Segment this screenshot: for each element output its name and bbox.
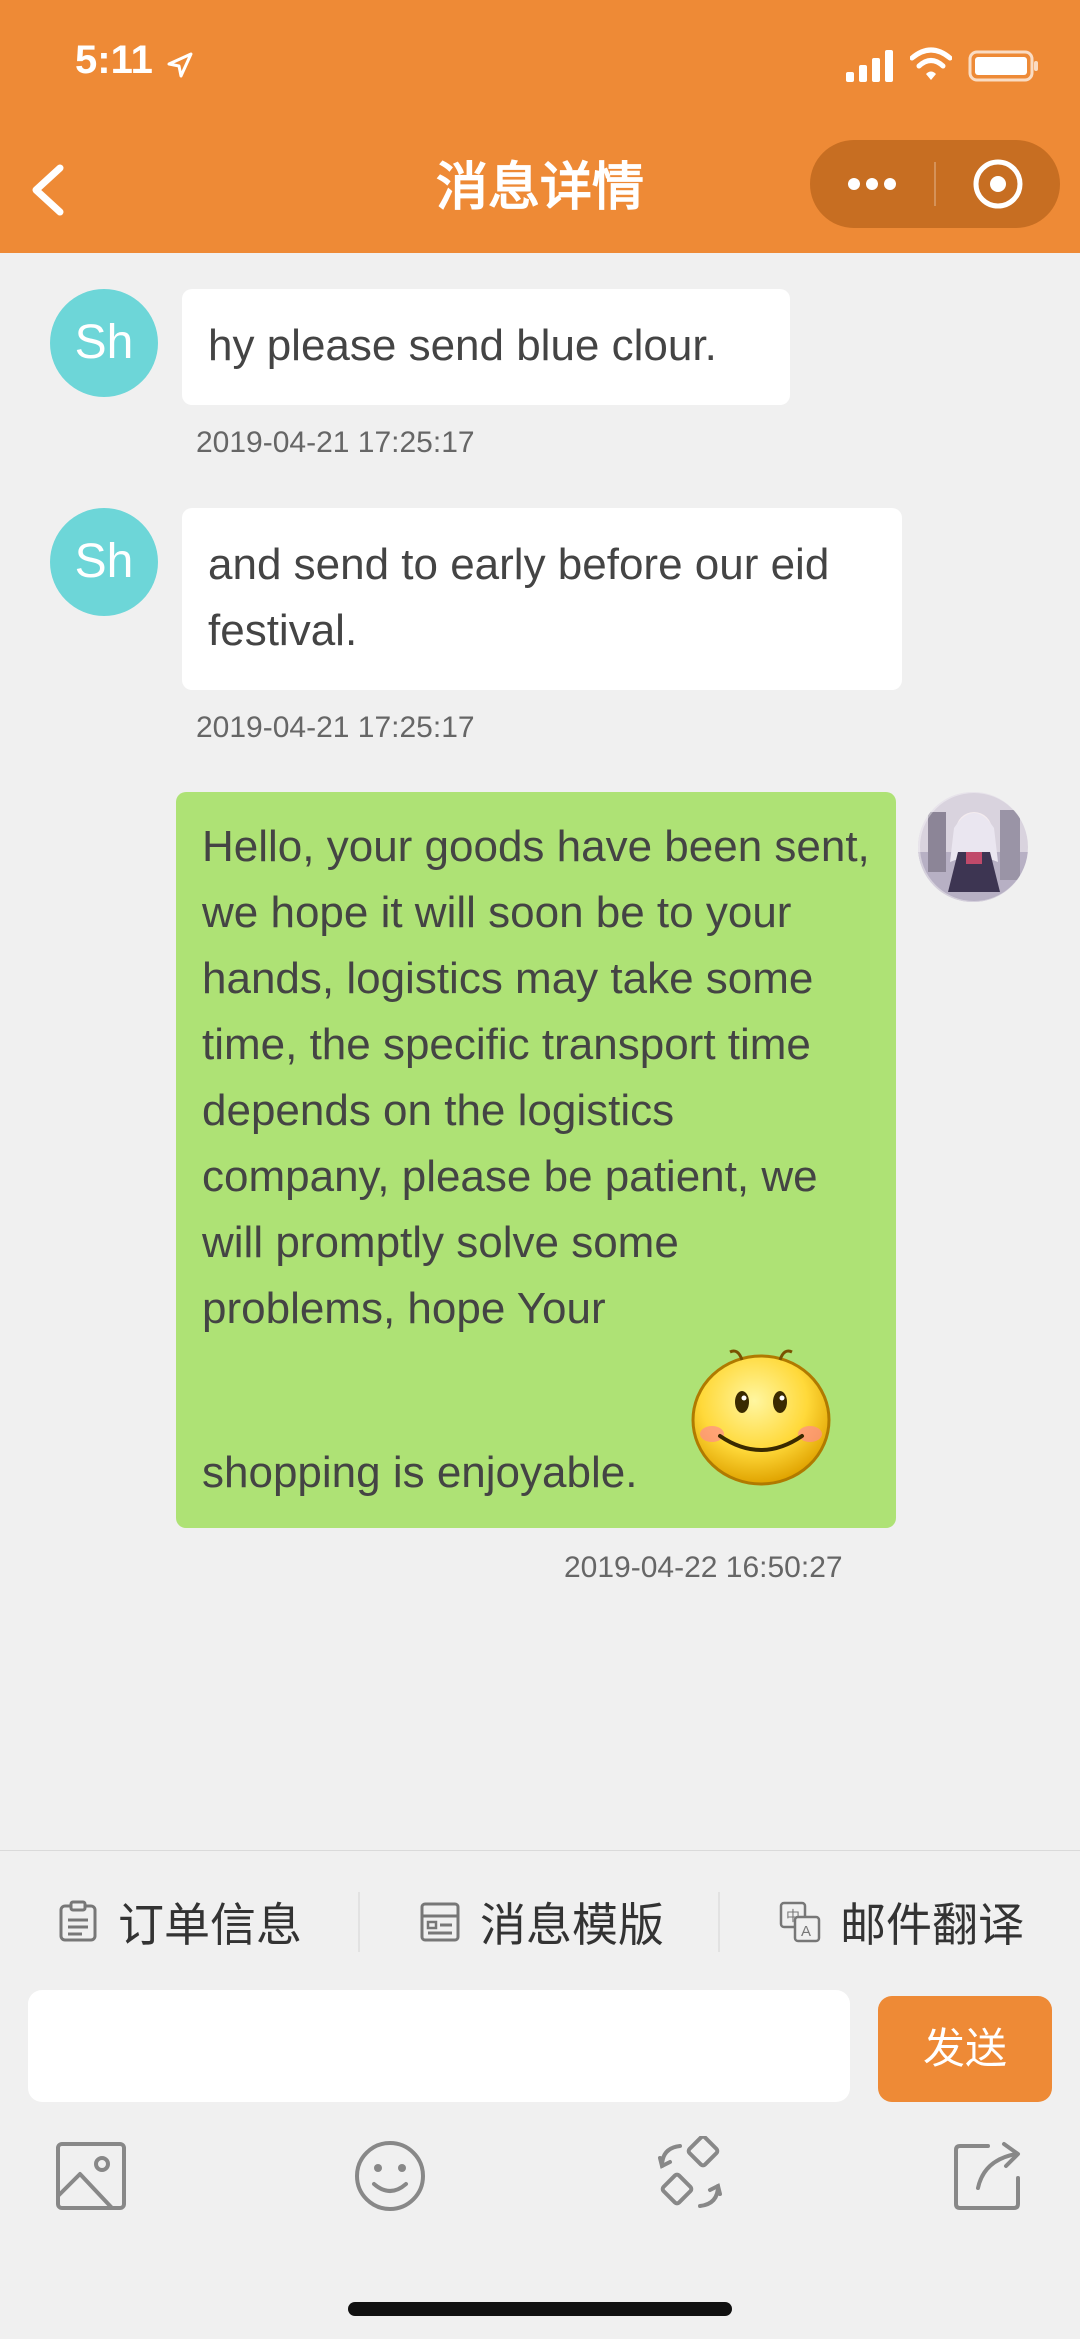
emoji-icon[interactable] bbox=[350, 2136, 430, 2216]
top-bar: 5:11 消息详情 bbox=[0, 0, 1080, 253]
smiley-emoji bbox=[691, 1349, 831, 1486]
toolbar-separator bbox=[358, 1892, 360, 1952]
shortcut-icon[interactable] bbox=[650, 2136, 730, 2216]
translate-icon: 中 A bbox=[779, 1901, 821, 1943]
home-indicator bbox=[348, 2302, 732, 2316]
avatar: Sh bbox=[50, 508, 158, 616]
signal-icon bbox=[846, 50, 893, 82]
message-timestamp: 2019-04-21 17:25:17 bbox=[196, 711, 475, 744]
outgoing-message-text: Hello, your goods have been sent, we hop… bbox=[202, 822, 870, 1333]
incoming-message-bubble: and send to early before our eid festiva… bbox=[182, 508, 902, 690]
battery-icon bbox=[968, 50, 1038, 82]
order-info-label: 订单信息 bbox=[118, 1898, 302, 1952]
message-timestamp: 2019-04-22 16:50:27 bbox=[564, 1551, 843, 1584]
order-info-button[interactable]: 订单信息 bbox=[56, 1880, 302, 1964]
status-time: 5:11 bbox=[75, 38, 153, 82]
message-timestamp: 2019-04-21 17:25:17 bbox=[196, 426, 475, 459]
location-arrow-icon bbox=[167, 52, 193, 78]
outgoing-message-text-tail: shopping is enjoyable. bbox=[202, 1448, 638, 1497]
message-template-label: 消息模版 bbox=[480, 1898, 664, 1952]
wifi-icon bbox=[910, 47, 952, 80]
mail-translate-label: 邮件翻译 bbox=[840, 1898, 1024, 1952]
toolbar-divider bbox=[0, 1850, 1080, 1851]
svg-text:A: A bbox=[801, 1923, 811, 1940]
close-target-icon[interactable] bbox=[936, 140, 1060, 228]
send-button[interactable]: 发送 bbox=[878, 1996, 1052, 2102]
template-icon bbox=[420, 1902, 460, 1942]
incoming-message-bubble: hy please send blue clour. bbox=[182, 289, 790, 405]
toolbar-separator bbox=[718, 1892, 720, 1952]
image-icon[interactable] bbox=[52, 2136, 132, 2216]
user-avatar bbox=[918, 792, 1028, 902]
message-template-button[interactable]: 消息模版 bbox=[418, 1880, 664, 1964]
share-icon[interactable] bbox=[948, 2136, 1028, 2216]
avatar: Sh bbox=[50, 289, 158, 397]
order-icon bbox=[59, 1900, 97, 1942]
mail-translate-button[interactable]: 中 A 邮件翻译 bbox=[778, 1880, 1024, 1964]
message-input[interactable] bbox=[28, 1990, 850, 2102]
mini-program-capsule bbox=[810, 140, 1060, 228]
more-icon bbox=[848, 178, 860, 190]
more-button[interactable] bbox=[810, 140, 934, 228]
